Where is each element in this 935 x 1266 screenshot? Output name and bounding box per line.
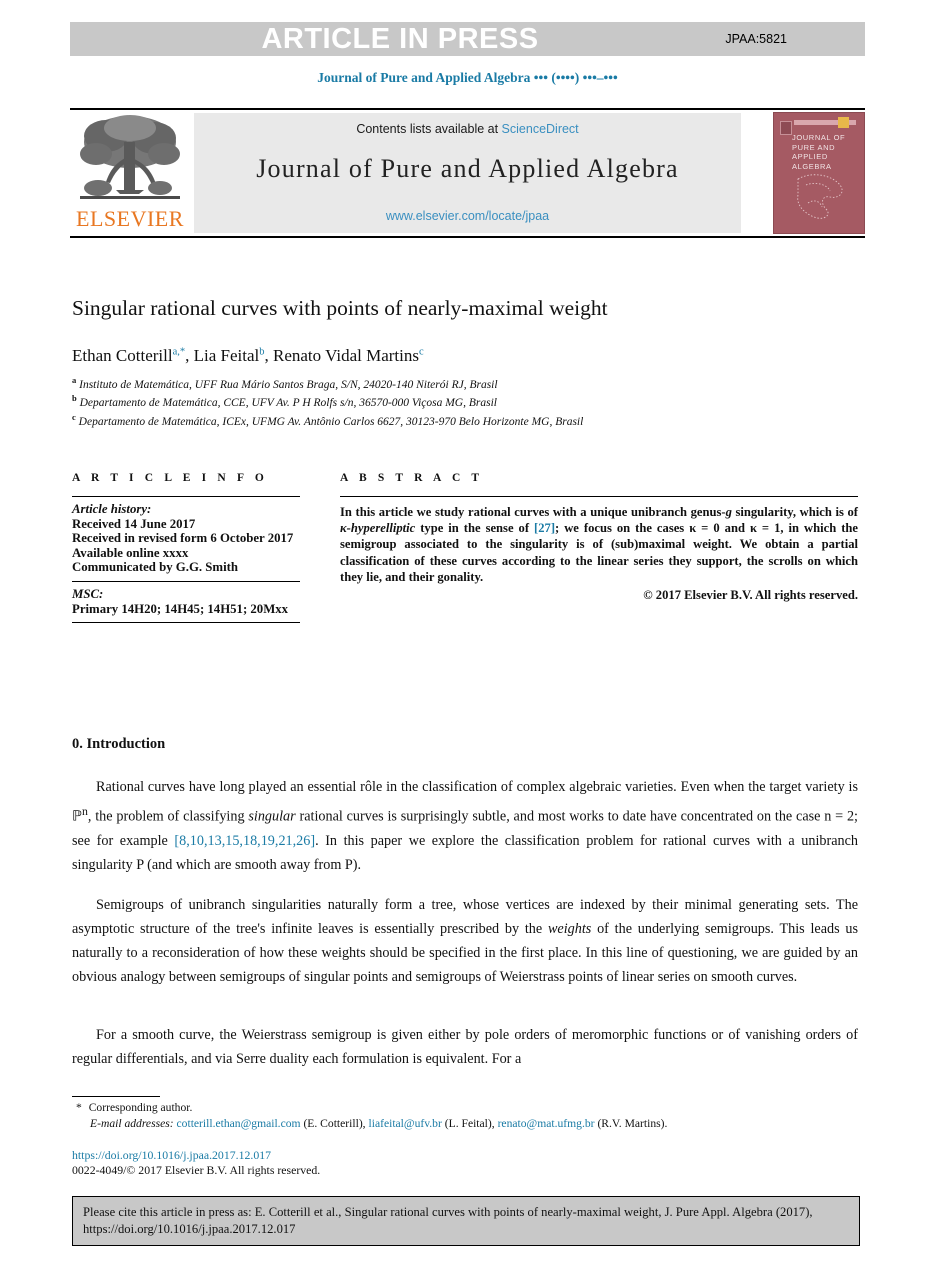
msc-label: MSC: (72, 586, 104, 601)
p2-italic-weights: weights (547, 921, 592, 937)
article-code-label: JPAA:5821 (725, 32, 787, 46)
abstract-part-1: In this article we study rational curves… (340, 505, 726, 519)
article-in-press-banner: ARTICLE IN PRESS JPAA:5821 (70, 22, 865, 56)
affiliation-mark-a: a (72, 375, 77, 385)
article-history-line: Communicated by G.G. Smith (72, 560, 239, 575)
introduction-paragraph-1: Rational curves have long played an esse… (72, 775, 858, 877)
email-addresses-note: E-mail addresses: cotterill.ethan@gmail.… (76, 1116, 866, 1132)
author-name-1: Ethan Cotterill (72, 346, 173, 365)
cover-title-text: JOURNAL OF PURE AND APPLIED ALGEBRA (792, 133, 862, 171)
doi-link[interactable]: https://doi.org/10.1016/j.jpaa.2017.12.0… (72, 1148, 320, 1163)
affiliation-mark-c: c (72, 411, 76, 422)
cover-title-line2: PURE AND (792, 142, 836, 152)
article-history-block: Article history: Received 14 June 2017 R… (72, 497, 300, 581)
article-history-label: Article history: (72, 502, 152, 516)
contents-available-line: Contents lists available at ScienceDirec… (194, 122, 741, 136)
cover-accent-square (838, 117, 849, 128)
cover-elsevier-mark-icon (780, 121, 792, 135)
email-link-3[interactable]: renato@mat.ufmg.br (498, 1117, 595, 1130)
cover-title-line1: JOURNAL OF (792, 133, 846, 142)
article-history-line: Received in revised form 6 October 2017 (72, 531, 294, 546)
abstract-italic-term: κ-hyperelliptic (340, 521, 416, 536)
email-owner-1: (E. Cotterill), (303, 1117, 366, 1130)
article-info-column: A R T I C L E I N F O Article history: R… (72, 472, 300, 624)
issn-copyright-line: 0022-4049/© 2017 Elsevier B.V. All right… (72, 1163, 321, 1177)
article-info-kicker: A R T I C L E I N F O (72, 472, 268, 484)
affiliation-text-b: Departamento de Matemática, CCE, UFV Av.… (79, 397, 497, 410)
email-addresses-label: E-mail addresses: (90, 1117, 174, 1130)
article-history-line: Received 14 June 2017 (72, 516, 196, 531)
introduction-heading: 0. Introduction (72, 736, 166, 752)
affiliation-list: a Instituto de Matemática, UFF Rua Mário… (72, 374, 792, 429)
please-cite-box: Please cite this article in press as: E.… (72, 1196, 860, 1246)
affiliation-text-a: Instituto de Matemática, UFF Rua Mário S… (79, 378, 498, 391)
journal-cover-thumbnail: JOURNAL OF PURE AND APPLIED ALGEBRA (773, 112, 865, 234)
elsevier-logo: ELSEVIER (70, 110, 190, 236)
introduction-paragraph-2: Semigroups of unibranch singularities na… (72, 893, 858, 989)
article-info-bottom-rule (72, 622, 300, 624)
journal-homepage-link[interactable]: www.elsevier.com/locate/jpaa (194, 209, 741, 223)
journal-title: Journal of Pure and Applied Algebra (256, 154, 679, 183)
article-history-line: Available online xxxx (72, 545, 189, 560)
asterisk-icon: * (76, 1101, 82, 1114)
corresponding-author-text: Corresponding author. (88, 1101, 193, 1114)
author-mark-3[interactable]: c (419, 346, 424, 357)
author-mark-2[interactable]: b (259, 346, 264, 357)
footnote-block: * Corresponding author. E-mail addresses… (76, 1100, 866, 1132)
abstract-kicker: A B S T R A C T (340, 472, 484, 484)
footnote-divider (72, 1096, 160, 1097)
author-mark-1[interactable]: a,* (173, 346, 186, 357)
email-link-2[interactable]: liafeital@ufv.br (369, 1117, 442, 1130)
abstract-copyright: © 2017 Elsevier B.V. All rights reserved… (643, 588, 858, 603)
affiliation-item: c Departamento de Matemática, ICEx, UFMG… (72, 411, 792, 429)
affiliation-item: b Departamento de Matemática, CCE, UFV A… (72, 392, 792, 410)
paragraph-text: For a smooth curve, the Weierstrass semi… (72, 1027, 858, 1067)
p1-citation-link[interactable]: [8,10,13,15,18,19,21,26] (174, 833, 315, 849)
email-link-1[interactable]: cotterill.ethan@gmail.com (177, 1117, 301, 1130)
corresponding-author-note: * Corresponding author. (76, 1100, 866, 1116)
email-owner-2: (L. Feital), (444, 1117, 495, 1130)
author-name-3: Renato Vidal Martins (273, 346, 419, 365)
p1-part-b: , the problem of classifying (87, 808, 249, 825)
p1-italic-singular: singular (248, 808, 296, 825)
abstract-citation-link[interactable]: [27] (534, 521, 555, 535)
sciencedirect-link[interactable]: ScienceDirect (502, 122, 579, 136)
msc-codes: Primary 14H20; 14H45; 14H51; 20Mxx (72, 601, 289, 616)
author-list: Ethan Cotterilla,*, Lia Feitalb, Renato … (72, 346, 424, 365)
elsevier-tree-icon (80, 115, 180, 199)
affiliation-mark-b: b (72, 393, 77, 404)
running-head-journal: Journal of Pure and Applied Algebra (317, 70, 531, 85)
paragraph-text: Rational curves have long played an esse… (72, 775, 858, 877)
running-head-volume-placeholder: ••• (••••) •••–••• (533, 70, 618, 85)
doi-and-issn-block: https://doi.org/10.1016/j.jpaa.2017.12.0… (72, 1148, 320, 1178)
elsevier-wordmark: ELSEVIER (76, 206, 184, 231)
running-head: Journal of Pure and Applied Algebra ••• … (0, 70, 935, 86)
abstract-text: In this article we study rational curves… (340, 497, 858, 603)
affiliation-text-c: Departamento de Matemática, ICEx, UFMG A… (78, 415, 584, 428)
abstract-column: A B S T R A C T In this article we study… (340, 472, 858, 603)
email-owner-3: (R.V. Martins). (597, 1117, 668, 1130)
author-name-2: Lia Feital (193, 346, 260, 365)
cover-artwork-icon (797, 174, 843, 219)
paragraph-text: Semigroups of unibranch singularities na… (72, 893, 858, 989)
paper-title: Singular rational curves with points of … (72, 296, 608, 320)
abstract-part-2: singularity, which is of (731, 505, 858, 519)
introduction-paragraph-3: For a smooth curve, the Weierstrass semi… (72, 1023, 858, 1071)
abstract-part-3: type in the sense of (415, 521, 535, 536)
contents-prefix-text: Contents lists available at (356, 122, 502, 136)
affiliation-item: a Instituto de Matemática, UFF Rua Mário… (72, 374, 792, 392)
masthead-center-panel: Contents lists available at ScienceDirec… (194, 113, 741, 233)
article-in-press-label: ARTICLE IN PRESS (261, 23, 539, 55)
journal-masthead: ELSEVIER Contents lists available at Sci… (70, 108, 865, 238)
msc-block: MSC: Primary 14H20; 14H45; 14H51; 20Mxx (72, 582, 300, 622)
